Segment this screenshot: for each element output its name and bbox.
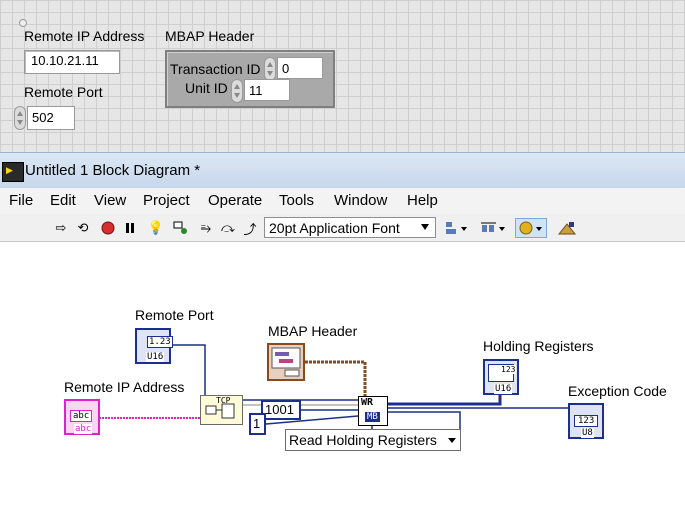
mbap-header-terminal[interactable] — [267, 343, 305, 381]
chevron-down-icon — [421, 224, 429, 230]
holding-registers-terminal-label: Holding Registers — [483, 338, 594, 354]
remote-port-control[interactable]: 502 — [14, 106, 75, 130]
start-address-constant[interactable]: 1001 — [261, 400, 301, 420]
labview-app-icon[interactable]: ▶ — [2, 162, 24, 182]
remote-port-terminal-label: Remote Port — [135, 307, 214, 323]
unit-id-control[interactable]: 11 — [231, 79, 290, 103]
remote-port-spinner[interactable] — [14, 106, 26, 130]
run-arrow-icon[interactable]: ⇨ — [52, 219, 70, 237]
unit-id-value[interactable]: 11 — [244, 79, 290, 101]
unit-id-label: Unit ID — [185, 80, 228, 96]
transaction-id-spinner[interactable] — [264, 57, 276, 81]
mbap-header-label: MBAP Header — [165, 28, 255, 44]
function-code-value: Read Holding Registers — [289, 432, 437, 448]
step-into-icon[interactable]: ⥱ — [197, 219, 215, 237]
align-objects-button[interactable] — [444, 218, 470, 238]
transaction-id-control[interactable]: 0 — [264, 57, 323, 81]
network-plug-icon — [205, 403, 235, 419]
quantity-constant[interactable]: 1 — [249, 413, 266, 435]
toolbar: ⇨ ⟲ 💡 ⥱ ⤼ ⤴ 20pt Application Font — [0, 214, 685, 242]
menu-tools[interactable]: Tools — [279, 192, 314, 209]
tcp-open-connection-node[interactable]: TCP — [200, 395, 243, 425]
highlight-execution-icon[interactable]: 💡 — [147, 219, 165, 237]
font-selector[interactable]: 20pt Application Font — [264, 217, 436, 238]
remote-ip-terminal[interactable]: abc abc — [64, 399, 100, 435]
ip-terminal-type: abc — [74, 424, 93, 434]
exception-code-terminal-label: Exception Code — [568, 383, 667, 399]
remote-port-value[interactable]: 502 — [27, 106, 75, 130]
menu-operate[interactable]: Operate — [208, 192, 262, 209]
holding-terminal-type: U16 — [494, 384, 513, 394]
menu-view[interactable]: View — [94, 192, 126, 209]
font-selector-value: 20pt Application Font — [269, 220, 400, 236]
chevron-down-icon — [448, 438, 456, 443]
remote-ip-label: Remote IP Address — [24, 28, 145, 44]
menu-project[interactable]: Project — [143, 192, 190, 209]
transaction-id-value[interactable]: 0 — [277, 57, 323, 79]
function-code-enum-constant[interactable]: Read Holding Registers — [285, 429, 461, 451]
distribute-objects-button[interactable] — [480, 218, 508, 238]
clean-up-diagram-icon[interactable] — [556, 219, 578, 237]
run-continuously-icon[interactable]: ⟲ — [74, 219, 92, 237]
remote-ip-input[interactable]: 10.10.21.11 — [24, 50, 120, 74]
modbus-node-top: WR — [361, 397, 374, 408]
holding-terminal-value: 123 — [500, 365, 517, 374]
port-terminal-value: 1.23 — [147, 336, 173, 348]
remote-ip-terminal-label: Remote IP Address — [64, 379, 185, 395]
menu-bar: File Edit View Project Operate Tools Win… — [0, 188, 685, 215]
ip-terminal-value: abc — [70, 410, 93, 422]
modbus-node-bottom: MB — [365, 412, 380, 422]
holding-registers-terminal[interactable]: 123 U16 — [483, 359, 519, 395]
menu-file[interactable]: File — [9, 192, 33, 209]
modbus-read-node[interactable]: WR MB — [358, 396, 388, 426]
remote-port-terminal[interactable]: 1.23 U16 — [135, 328, 173, 364]
menu-help[interactable]: Help — [407, 192, 438, 209]
mbap-header-cluster: Transaction ID 0 Unit ID 11 — [165, 50, 335, 108]
remote-port-label: Remote Port — [24, 84, 103, 100]
cluster-icon — [271, 347, 301, 377]
step-over-icon[interactable]: ⤼ — [219, 219, 237, 237]
panel-origin-marker — [19, 19, 27, 27]
menu-window[interactable]: Window — [334, 192, 387, 209]
step-out-icon[interactable]: ⤴ — [241, 219, 259, 237]
pause-icon[interactable] — [121, 219, 139, 237]
mbap-terminal-label: MBAP Header — [268, 323, 358, 339]
abort-icon[interactable] — [99, 219, 117, 237]
exception-terminal-value: 123 — [574, 415, 599, 427]
exception-terminal-type: U8 — [581, 428, 594, 438]
window-title-bar[interactable]: ▶ Untitled 1 Block Diagram * — [0, 152, 685, 188]
exception-code-terminal[interactable]: 123 U8 — [568, 403, 604, 439]
reorder-button[interactable] — [515, 218, 547, 238]
port-terminal-type: U16 — [146, 352, 165, 362]
unit-id-spinner[interactable] — [231, 79, 243, 103]
window-title: Untitled 1 Block Diagram * — [25, 162, 201, 179]
transaction-id-label: Transaction ID — [170, 61, 261, 77]
front-panel: Remote IP Address 10.10.21.11 Remote Por… — [0, 0, 685, 152]
retain-wire-values-icon[interactable] — [172, 219, 190, 237]
menu-edit[interactable]: Edit — [50, 192, 76, 209]
